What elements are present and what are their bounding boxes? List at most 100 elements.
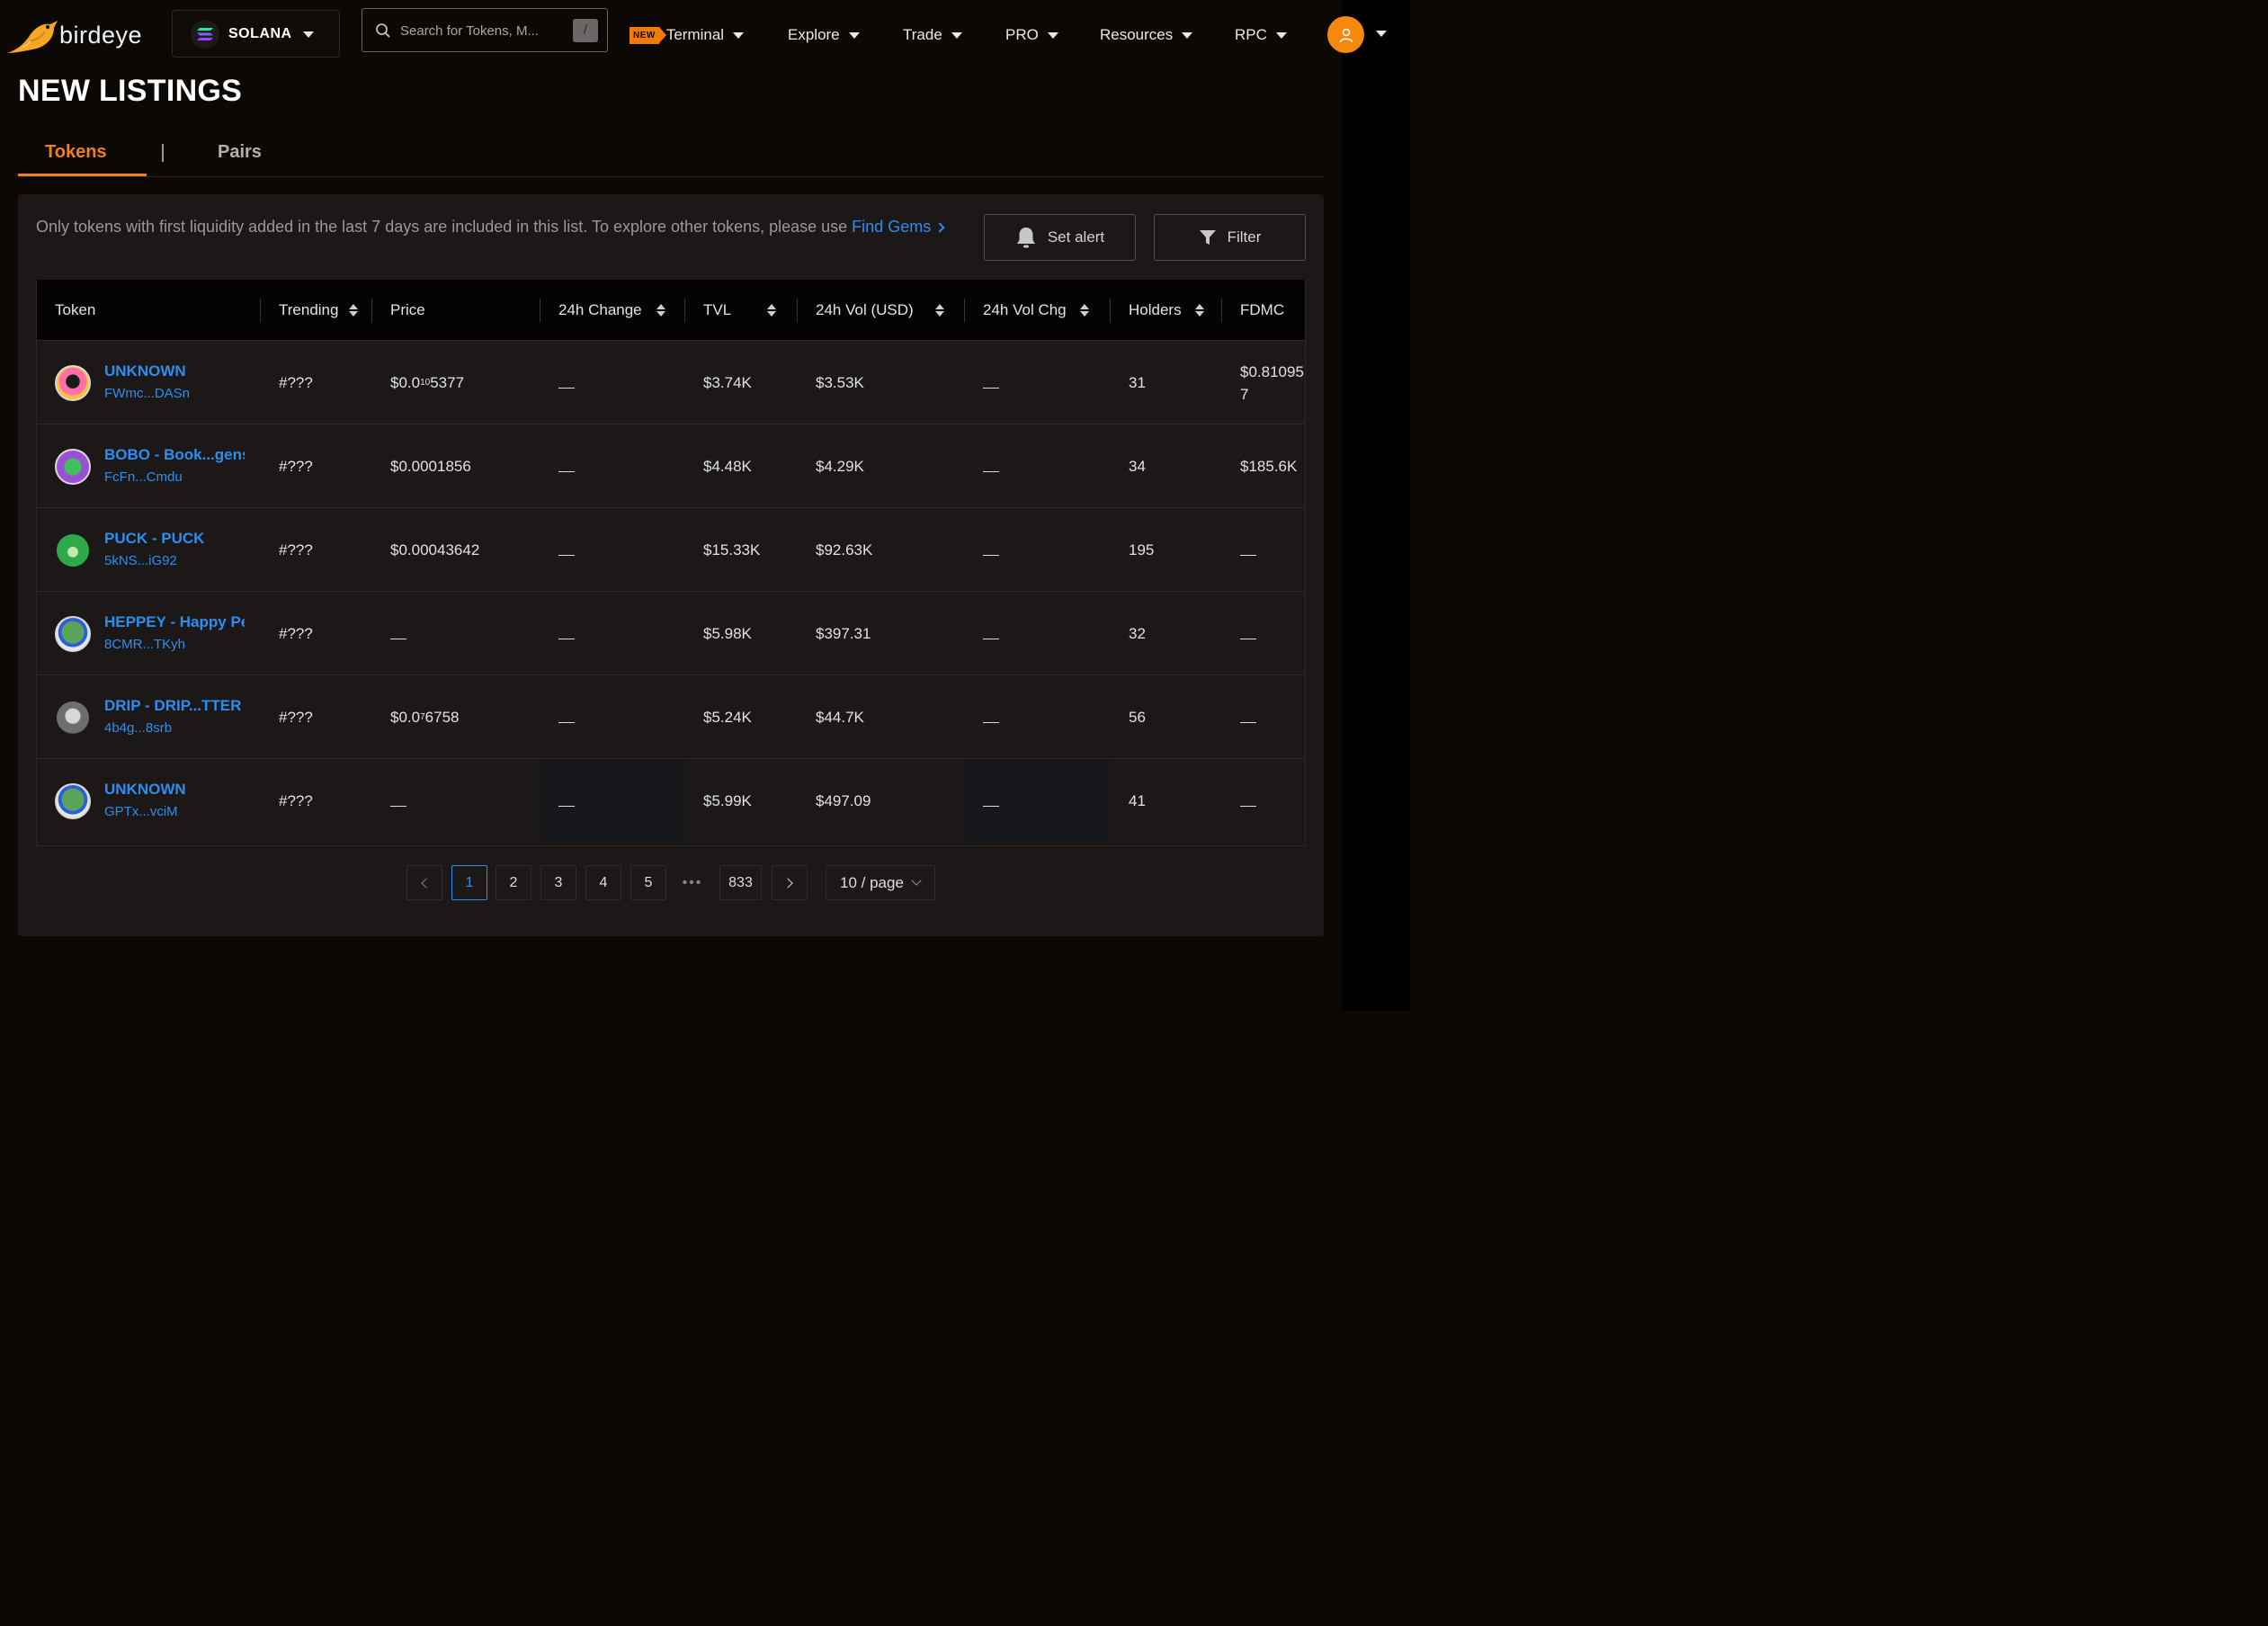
token-address[interactable]: GPTx...vciM bbox=[104, 804, 178, 819]
holders: 32 bbox=[1129, 624, 1146, 642]
token-address[interactable]: FcFn...Cmdu bbox=[104, 469, 183, 485]
table-row[interactable]: HEPPEY - Happy Pe 8CMR...TKyh #??? $5.98… bbox=[37, 591, 1305, 675]
page-ellipsis[interactable]: ••• bbox=[674, 865, 710, 900]
col-token: Token bbox=[55, 300, 96, 318]
price-empty bbox=[390, 592, 406, 675]
token-name[interactable]: HEPPEY - Happy Pe bbox=[104, 613, 245, 631]
search-shortcut-key: / bbox=[573, 19, 598, 42]
page-1[interactable]: 1 bbox=[451, 865, 487, 900]
tab-tokens[interactable]: Tokens bbox=[45, 142, 107, 163]
account-menu-caret-icon[interactable] bbox=[1376, 31, 1387, 37]
birdeye-logo[interactable]: birdeye bbox=[5, 13, 142, 58]
page-3[interactable]: 3 bbox=[540, 865, 576, 900]
sort-icon bbox=[1079, 303, 1089, 317]
chain-selector[interactable]: SOLANA bbox=[172, 10, 340, 58]
token-name[interactable]: UNKNOWN bbox=[104, 362, 245, 380]
trending-rank: #??? bbox=[279, 708, 313, 726]
user-avatar-button[interactable] bbox=[1327, 16, 1364, 53]
token-address[interactable]: FWmc...DASn bbox=[104, 386, 190, 401]
vol-chg-empty bbox=[983, 675, 999, 759]
page-size-select[interactable]: 10 / page bbox=[826, 865, 935, 900]
holders: 195 bbox=[1129, 541, 1155, 558]
volume-24h: $397.31 bbox=[816, 624, 871, 642]
set-alert-label: Set alert bbox=[1047, 228, 1105, 246]
nav-pro[interactable]: PRO bbox=[1005, 22, 1058, 48]
tvl: $3.74K bbox=[703, 373, 752, 391]
token-avatar bbox=[55, 365, 91, 401]
chain-label: SOLANA bbox=[228, 25, 292, 41]
caret-down-icon bbox=[951, 31, 962, 39]
tvl: $4.48K bbox=[703, 457, 752, 475]
token-avatar bbox=[55, 449, 91, 485]
nav-explore-label: Explore bbox=[788, 26, 840, 43]
nav-rpc[interactable]: RPC bbox=[1235, 22, 1287, 48]
holders: 41 bbox=[1129, 791, 1146, 809]
listings-panel: Only tokens with first liquidity added i… bbox=[18, 194, 1324, 936]
token-name[interactable]: UNKNOWN bbox=[104, 781, 245, 799]
search-input[interactable] bbox=[400, 20, 560, 41]
nav-trade[interactable]: Trade bbox=[903, 22, 962, 48]
window-edge bbox=[1342, 0, 1410, 1011]
col-tvl[interactable]: TVL bbox=[703, 280, 777, 340]
col-24h-vol[interactable]: 24h Vol (USD) bbox=[816, 280, 944, 340]
nav-explore[interactable]: Explore bbox=[788, 22, 860, 48]
col-price: Price bbox=[390, 300, 425, 318]
filter-button[interactable]: Filter bbox=[1154, 214, 1306, 261]
token-name[interactable]: DRIP - DRIP...TTER bbox=[104, 697, 245, 715]
bell-icon bbox=[1016, 228, 1035, 248]
page-4[interactable]: 4 bbox=[585, 865, 621, 900]
user-icon bbox=[1339, 28, 1353, 42]
token-avatar bbox=[55, 616, 91, 652]
col-24h-vol-chg[interactable]: 24h Vol Chg bbox=[983, 280, 1089, 340]
page-2[interactable]: 2 bbox=[496, 865, 531, 900]
trending-rank: #??? bbox=[279, 541, 313, 558]
token-address[interactable]: 5kNS...iG92 bbox=[104, 553, 177, 568]
table-row[interactable]: UNKNOWN FWmc...DASn #??? $0.0 10 5377 $3.7… bbox=[37, 340, 1305, 424]
search-box[interactable]: / bbox=[362, 8, 608, 52]
listing-tabs: Tokens Pairs bbox=[18, 130, 1324, 177]
table-row[interactable]: UNKNOWN GPTx...vciM #??? $5.99K $497.09 … bbox=[37, 758, 1305, 843]
listings-table: Token Trending Price 24h Change TVL 24h … bbox=[36, 280, 1306, 846]
column-divider bbox=[684, 299, 685, 322]
holders: 56 bbox=[1129, 708, 1146, 726]
sort-icon bbox=[934, 303, 944, 317]
next-page-button[interactable] bbox=[772, 865, 808, 900]
fdmc: $0.81095 7 bbox=[1240, 362, 1304, 403]
change-24h-empty bbox=[558, 675, 575, 759]
token-address[interactable]: 8CMR...TKyh bbox=[104, 637, 185, 652]
holders: 31 bbox=[1129, 373, 1146, 391]
sort-icon bbox=[767, 303, 777, 317]
page-last[interactable]: 833 bbox=[719, 865, 762, 900]
sort-icon bbox=[1194, 303, 1204, 317]
trending-rank: #??? bbox=[279, 624, 313, 642]
tab-pairs[interactable]: Pairs bbox=[218, 142, 262, 163]
change-24h-empty bbox=[558, 341, 575, 424]
col-trending[interactable]: Trending bbox=[279, 280, 359, 340]
set-alert-button[interactable]: Set alert bbox=[984, 214, 1136, 261]
change-24h-empty bbox=[558, 759, 575, 843]
prev-page-button[interactable] bbox=[406, 865, 442, 900]
col-fdmc: FDMC bbox=[1240, 300, 1285, 318]
find-gems-link[interactable]: Find Gems bbox=[852, 218, 945, 236]
search-icon bbox=[376, 23, 390, 38]
notice-text: Only tokens with first liquidity added i… bbox=[36, 214, 962, 239]
top-navbar: birdeye SOLANA / NEW Terminal Explore Tr… bbox=[0, 0, 1410, 70]
table-row[interactable]: PUCK - PUCK 5kNS...iG92 #??? $0.00043642… bbox=[37, 507, 1305, 591]
chevron-right-icon bbox=[934, 222, 945, 233]
nav-terminal[interactable]: NEW Terminal bbox=[630, 22, 745, 48]
col-holders[interactable]: Holders bbox=[1129, 280, 1204, 340]
page-5[interactable]: 5 bbox=[630, 865, 666, 900]
token-name[interactable]: BOBO - Book...gens bbox=[104, 446, 245, 464]
token-name[interactable]: PUCK - PUCK bbox=[104, 530, 245, 548]
column-divider bbox=[1221, 299, 1222, 322]
token-address[interactable]: 4b4g...8srb bbox=[104, 720, 172, 736]
col-24h-change[interactable]: 24h Change bbox=[558, 280, 665, 340]
table-row[interactable]: DRIP - DRIP...TTER 4b4g...8srb #??? $0.0… bbox=[37, 675, 1305, 759]
nav-resources[interactable]: Resources bbox=[1100, 22, 1193, 48]
tvl: $5.99K bbox=[703, 791, 752, 809]
tvl: $15.33K bbox=[703, 541, 761, 558]
nav-resources-label: Resources bbox=[1100, 26, 1174, 43]
sort-icon bbox=[349, 303, 359, 317]
table-row[interactable]: BOBO - Book...gens FcFn...Cmdu #??? $0.0… bbox=[37, 424, 1305, 507]
column-divider bbox=[260, 299, 261, 322]
